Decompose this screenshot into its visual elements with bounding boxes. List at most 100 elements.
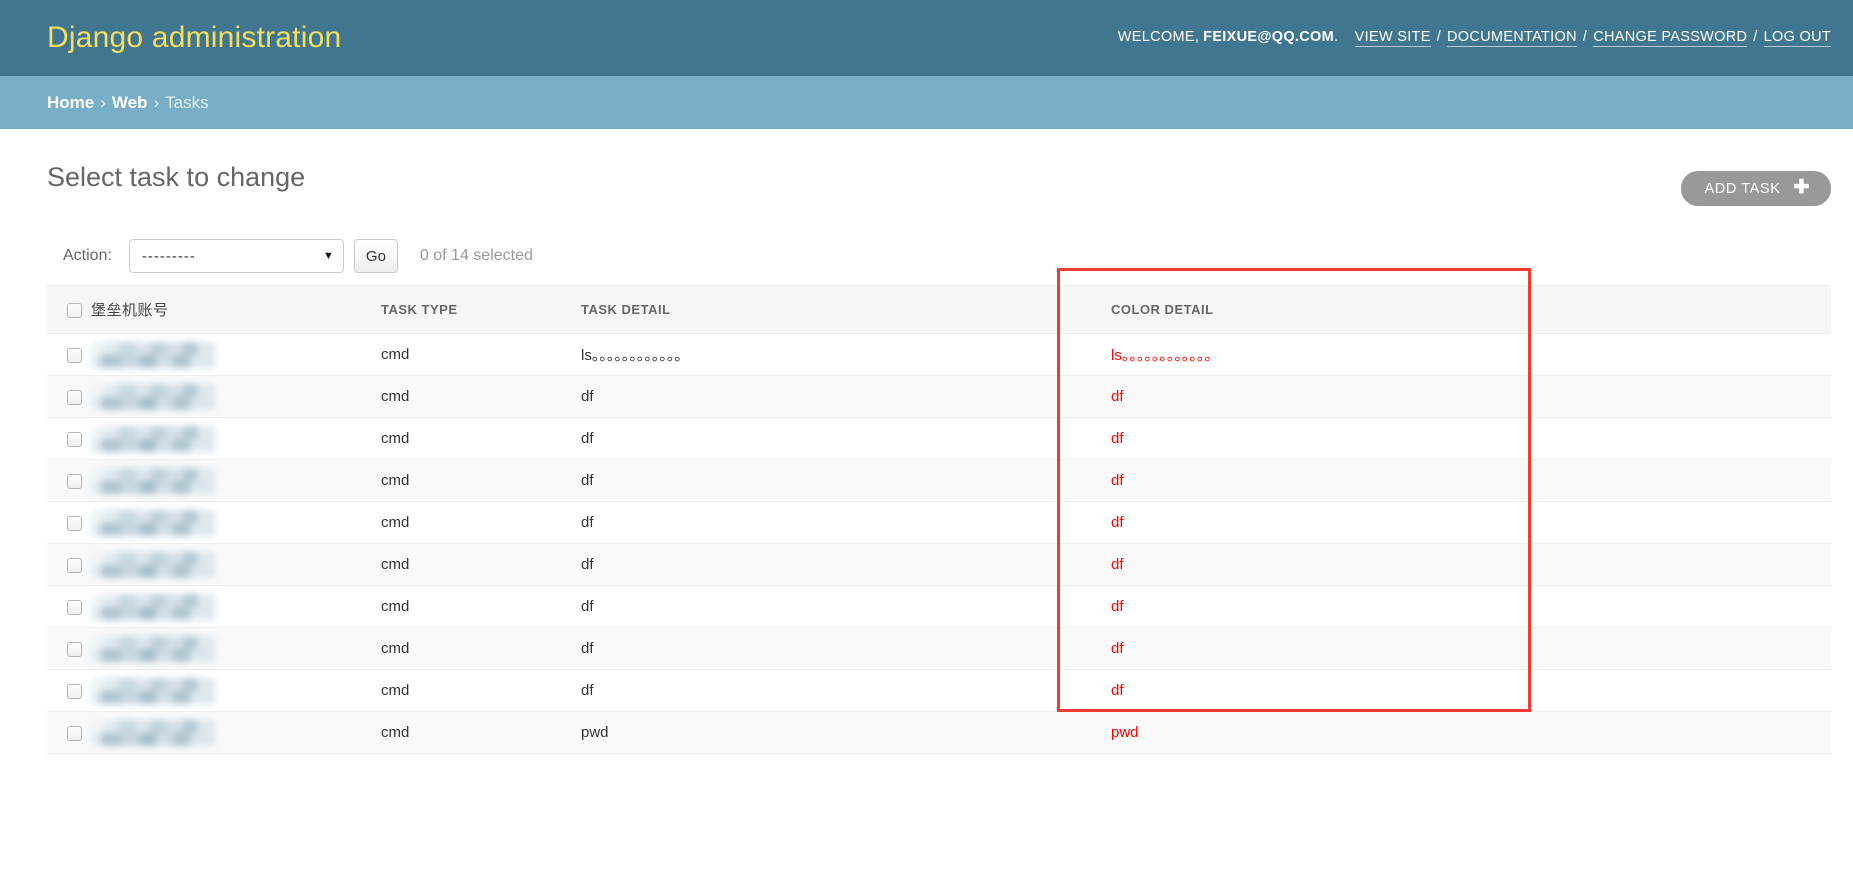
column-header-user[interactable]: 堡垒机账号 — [91, 285, 381, 334]
redaction-band — [91, 467, 215, 481]
column-header-color-detail[interactable]: COLOR DETAIL — [1059, 285, 1529, 334]
row-select-checkbox[interactable] — [67, 557, 82, 573]
row-select-checkbox[interactable] — [67, 515, 82, 531]
redacted-username — [91, 341, 215, 368]
redaction-band — [91, 677, 215, 691]
table-row: cmd df df — [47, 459, 1831, 502]
row-select-cell — [47, 459, 91, 502]
redacted-username — [91, 719, 215, 746]
current-username: FEIXUE@QQ.COM — [1203, 29, 1334, 45]
changelist: Action: --------- ▼ Go 0 of 14 selected … — [47, 234, 1831, 754]
view-site-link[interactable]: VIEW SITE — [1354, 29, 1431, 47]
redaction-band — [91, 425, 215, 439]
cell-color-detail: df — [1059, 543, 1529, 586]
table-row: cmd df df — [47, 543, 1831, 586]
row-select-checkbox[interactable] — [67, 431, 82, 447]
column-header-task-type[interactable]: TASK TYPE — [381, 285, 581, 334]
table-row: cmd ls。。。。。。。。。。。。 ls。。。。。。。。。。。。 — [47, 333, 1831, 376]
row-select-checkbox[interactable] — [67, 683, 82, 699]
cell-spacer — [1529, 501, 1831, 544]
breadcrumb-separator: › — [100, 92, 106, 112]
cell-spacer — [1529, 543, 1831, 586]
row-select-cell — [47, 585, 91, 628]
row-select-checkbox[interactable] — [67, 725, 82, 741]
cell-user-account[interactable] — [91, 333, 381, 376]
redaction-band — [91, 732, 215, 746]
log-out-link[interactable]: LOG OUT — [1763, 29, 1831, 47]
table-row: cmd df df — [47, 627, 1831, 670]
row-select-cell — [47, 543, 91, 586]
cell-color-detail: pwd — [1059, 711, 1529, 754]
row-select-checkbox[interactable] — [67, 473, 82, 489]
redacted-username — [91, 593, 215, 620]
row-select-checkbox[interactable] — [67, 347, 82, 363]
cell-spacer — [1529, 669, 1831, 712]
cell-spacer — [1529, 711, 1831, 754]
results-table-head: 堡垒机账号 TASK TYPE TASK DETAIL COLOR DETAIL — [47, 285, 1831, 334]
results-table-body: cmd ls。。。。。。。。。。。。 ls。。。。。。。。。。。。 cmd df df cm… — [47, 333, 1831, 754]
redacted-username — [91, 551, 215, 578]
cell-task-detail: pwd — [581, 711, 1059, 754]
row-select-cell — [47, 333, 91, 376]
cell-task-detail: df — [581, 669, 1059, 712]
add-task-button[interactable]: ADD TASK ✚ — [1681, 171, 1831, 206]
cell-user-account[interactable] — [91, 459, 381, 502]
cell-user-account[interactable] — [91, 501, 381, 544]
cell-task-detail: df — [581, 459, 1059, 502]
cell-user-account[interactable] — [91, 375, 381, 418]
cell-color-detail: df — [1059, 501, 1529, 544]
action-select[interactable]: --------- — [128, 239, 344, 273]
cell-user-account[interactable] — [91, 669, 381, 712]
cell-user-account[interactable] — [91, 585, 381, 628]
redacted-username — [91, 425, 215, 452]
redacted-username — [91, 635, 215, 662]
go-button[interactable]: Go — [353, 239, 398, 273]
redaction-band — [91, 522, 215, 536]
branding-title: Django administration — [47, 21, 342, 54]
breadcrumb-separator: › — [153, 92, 160, 112]
redaction-band — [91, 564, 215, 578]
cell-user-account[interactable] — [91, 417, 381, 460]
redaction-band — [91, 509, 215, 523]
column-header-task-detail[interactable]: TASK DETAIL — [581, 285, 1059, 334]
action-select-wrap: --------- ▼ — [128, 239, 344, 273]
user-tools: WELCOME, FEIXUE@QQ.COM . VIEW SITE / DOC… — [1118, 29, 1831, 47]
cell-color-detail: ls。。。。。。。。。。。。 — [1059, 333, 1529, 376]
redaction-band — [91, 593, 215, 607]
redaction-band — [91, 354, 215, 368]
cell-color-detail: df — [1059, 669, 1529, 712]
cell-user-account[interactable] — [91, 627, 381, 670]
row-select-checkbox[interactable] — [67, 641, 82, 657]
row-select-checkbox[interactable] — [67, 599, 82, 615]
cell-user-account[interactable] — [91, 543, 381, 586]
change-password-link[interactable]: CHANGE PASSWORD — [1593, 29, 1748, 47]
breadcrumb-home[interactable]: Home — [47, 93, 94, 113]
documentation-link[interactable]: DOCUMENTATION — [1447, 29, 1577, 47]
row-select-cell — [47, 375, 91, 418]
row-select-cell — [47, 627, 91, 670]
breadcrumb-web[interactable]: Web — [112, 93, 148, 113]
add-task-label: ADD TASK — [1704, 180, 1781, 197]
cell-task-type: cmd — [381, 669, 581, 712]
select-all-checkbox[interactable] — [67, 302, 82, 318]
cell-spacer — [1529, 417, 1831, 460]
redaction-band — [91, 648, 215, 662]
object-tools: ADD TASK ✚ — [1681, 171, 1831, 206]
cell-color-detail: df — [1059, 459, 1529, 502]
actions-bar: Action: --------- ▼ Go 0 of 14 selected — [47, 234, 1831, 278]
user-tools-separator: / — [1753, 29, 1758, 45]
cell-user-account[interactable] — [91, 711, 381, 754]
table-header-row: 堡垒机账号 TASK TYPE TASK DETAIL COLOR DETAIL — [47, 285, 1831, 334]
table-row: cmd df df — [47, 585, 1831, 628]
redaction-band — [91, 438, 215, 452]
plus-icon: ✚ — [1793, 177, 1810, 198]
table-row: cmd df df — [47, 375, 1831, 418]
cell-color-detail: df — [1059, 627, 1529, 670]
cell-task-detail: df — [581, 501, 1059, 544]
cell-spacer — [1529, 627, 1831, 670]
row-select-checkbox[interactable] — [67, 389, 82, 405]
cell-task-detail: df — [581, 375, 1059, 418]
breadcrumb-current: Tasks — [165, 92, 209, 112]
redaction-band — [91, 690, 215, 704]
table-row: cmd df df — [47, 417, 1831, 460]
